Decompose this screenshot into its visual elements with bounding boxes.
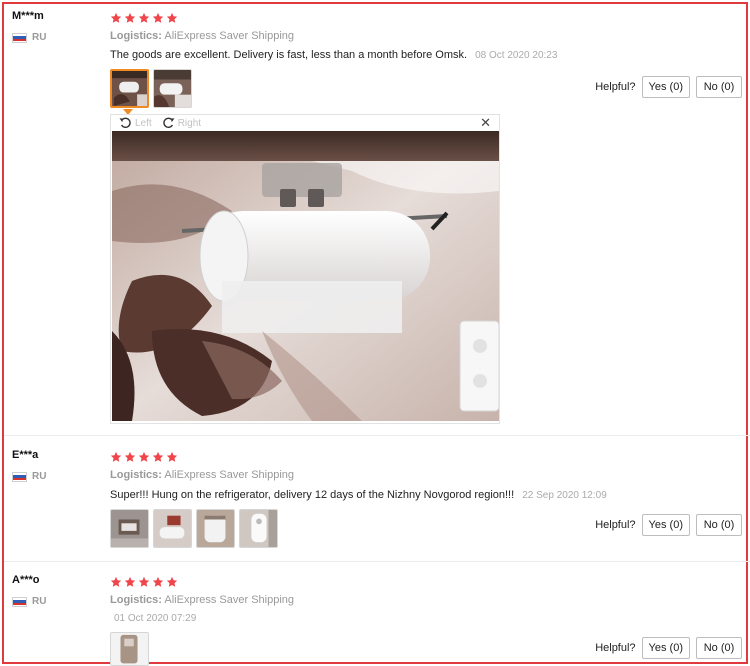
review-photo-thumbnail[interactable] xyxy=(110,632,149,666)
review-photo-thumbnail[interactable] xyxy=(110,69,149,108)
rotate-right-label: Right xyxy=(177,117,202,129)
helpful-label: Helpful? xyxy=(595,519,636,531)
review-text: Super!!! Hung on the refrigerator, deliv… xyxy=(110,489,515,501)
star-icon xyxy=(152,451,164,463)
rotate-left-button[interactable]: Left xyxy=(119,117,152,129)
helpful-yes-button[interactable]: Yes (0) xyxy=(641,514,690,536)
review-text-line: Super!!! Hung on the refrigerator, deliv… xyxy=(110,489,607,501)
helpful-voting: Helpful? Yes (0) No (0) xyxy=(595,76,742,98)
review-text: The goods are excellent. Delivery is fas… xyxy=(110,49,468,61)
review-photos xyxy=(110,69,192,108)
rotate-right-icon xyxy=(162,117,175,129)
photo-viewer-toolbar: Left Right ✕ xyxy=(111,115,499,131)
country-code: RU xyxy=(32,471,47,482)
country-code: RU xyxy=(32,596,47,607)
review-photos xyxy=(110,509,278,548)
close-icon[interactable]: ✕ xyxy=(480,116,491,130)
star-icon xyxy=(166,12,178,24)
star-icon xyxy=(124,12,136,24)
star-icon xyxy=(110,12,122,24)
helpful-label: Helpful? xyxy=(595,642,636,654)
russia-flag-icon xyxy=(12,471,27,482)
star-icon xyxy=(110,576,122,588)
star-icon xyxy=(166,451,178,463)
review-item: M***m RU Logistics: AliExpress Saver Shi… xyxy=(4,4,750,436)
rating-stars xyxy=(110,576,178,588)
review-photos xyxy=(110,632,149,666)
star-icon xyxy=(110,451,122,463)
reviewer-country: RU xyxy=(12,596,46,607)
logistics-value: AliExpress Saver Shipping xyxy=(164,594,295,606)
logistics-info: Logistics: AliExpress Saver Shipping xyxy=(110,594,294,606)
photo-viewer: Left Right ✕ xyxy=(110,114,500,424)
russia-flag-icon xyxy=(12,32,27,43)
review-photo-thumbnail[interactable] xyxy=(239,509,278,548)
logistics-label: Logistics: xyxy=(110,469,162,481)
rotate-left-icon xyxy=(119,117,132,129)
review-photo-thumbnail[interactable] xyxy=(153,509,192,548)
review-item: A***o RU Logistics: AliExpress Saver Shi… xyxy=(4,564,750,666)
star-icon xyxy=(152,12,164,24)
rating-stars xyxy=(110,451,178,463)
helpful-voting: Helpful? Yes (0) No (0) xyxy=(595,637,742,659)
reviews-panel: M***m RU Logistics: AliExpress Saver Shi… xyxy=(2,2,750,666)
review-photo-thumbnail[interactable] xyxy=(196,509,235,548)
helpful-no-button[interactable]: No (0) xyxy=(696,514,742,536)
reviewer-name: M***m xyxy=(12,10,44,22)
helpful-yes-button[interactable]: Yes (0) xyxy=(641,76,690,98)
review-date: 08 Oct 2020 20:23 xyxy=(475,50,558,61)
review-date: 22 Sep 2020 12:09 xyxy=(522,490,607,501)
logistics-info: Logistics: AliExpress Saver Shipping xyxy=(110,469,294,481)
russia-flag-icon xyxy=(12,596,27,607)
reviewer-name: A***o xyxy=(12,574,40,586)
reviewer-name: E***a xyxy=(12,449,39,461)
helpful-no-button[interactable]: No (0) xyxy=(696,76,742,98)
review-text-line: The goods are excellent. Delivery is fas… xyxy=(110,49,557,61)
rotate-right-button[interactable]: Right xyxy=(162,117,201,129)
review-photo-thumbnail[interactable] xyxy=(153,69,192,108)
helpful-voting: Helpful? Yes (0) No (0) xyxy=(595,514,742,536)
star-icon xyxy=(166,576,178,588)
rating-stars xyxy=(110,12,178,24)
review-photo-thumbnail[interactable] xyxy=(110,509,149,548)
star-icon xyxy=(124,576,136,588)
logistics-label: Logistics: xyxy=(110,30,162,42)
country-code: RU xyxy=(32,32,47,43)
star-icon xyxy=(152,576,164,588)
helpful-yes-button[interactable]: Yes (0) xyxy=(641,637,690,659)
logistics-value: AliExpress Saver Shipping xyxy=(164,469,295,481)
star-icon xyxy=(138,451,150,463)
logistics-value: AliExpress Saver Shipping xyxy=(164,30,295,42)
star-icon xyxy=(124,451,136,463)
star-icon xyxy=(138,576,150,588)
reviewer-country: RU xyxy=(12,471,46,482)
logistics-label: Logistics: xyxy=(110,594,162,606)
review-date: 01 Oct 2020 07:29 xyxy=(114,613,197,624)
helpful-label: Helpful? xyxy=(595,81,636,93)
star-icon xyxy=(138,12,150,24)
review-photo-large xyxy=(112,131,499,421)
rotate-left-label: Left xyxy=(135,117,152,129)
reviewer-country: RU xyxy=(12,32,46,43)
logistics-info: Logistics: AliExpress Saver Shipping xyxy=(110,30,294,42)
review-item: E***a RU Logistics: AliExpress Saver Shi… xyxy=(4,438,750,562)
helpful-no-button[interactable]: No (0) xyxy=(696,637,742,659)
